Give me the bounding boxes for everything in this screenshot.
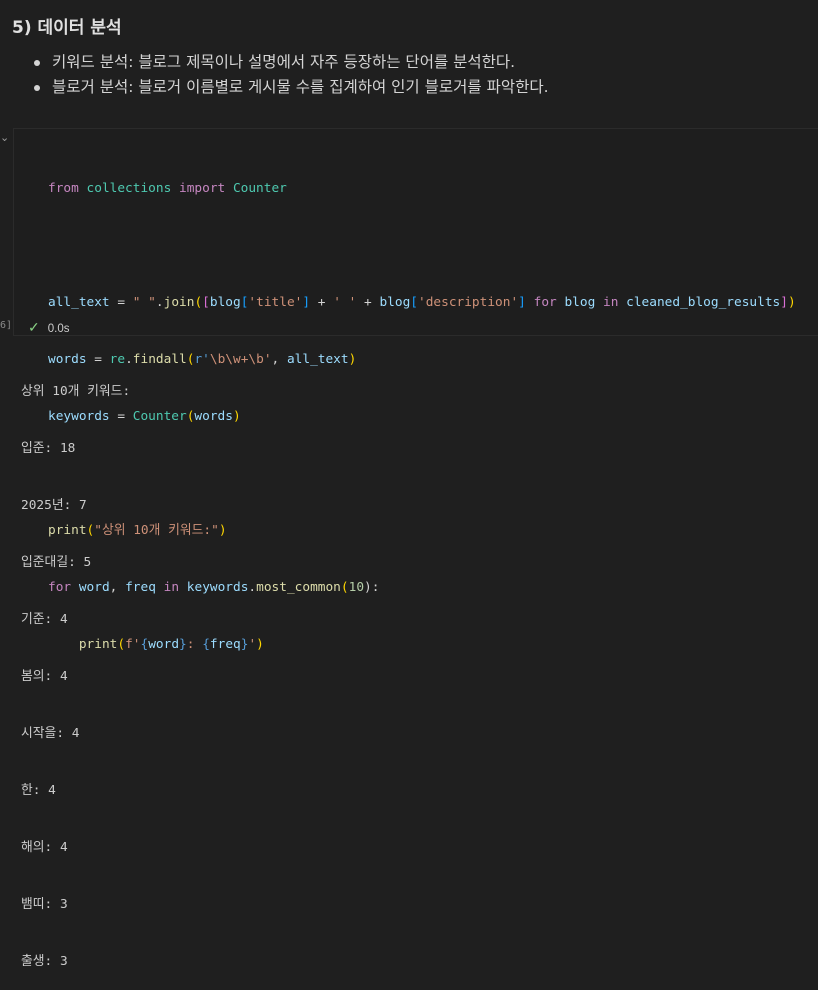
execution-time: 0.0s (47, 323, 70, 335)
code-line-4: words = re.findall(r'\b\w+\b', all_text) (48, 350, 796, 369)
collapse-chevron-icon[interactable]: ⌄ (0, 131, 9, 144)
output-line: 봄의: 4 (21, 669, 68, 684)
func-token: findall (132, 352, 187, 367)
func-token: join (163, 295, 195, 310)
string-token: " " (132, 295, 156, 310)
string-token: ' ' (333, 295, 357, 310)
class-token: Counter (132, 409, 187, 424)
code-line-1: from collections import Counter (48, 179, 796, 198)
var-token: cleaned_blog_results (626, 295, 781, 310)
code-cell[interactable]: from collections import Counter all_text… (13, 128, 818, 652)
output-line: 입준대길: 5 (21, 555, 92, 570)
brace-token: } (240, 637, 249, 652)
string-token: ' (263, 352, 272, 367)
var-token: all_text (48, 295, 110, 310)
op-token: . (155, 295, 164, 310)
output-line: 뱀띠: 3 (21, 897, 68, 912)
class-token: Counter (225, 181, 287, 196)
bracket-token: ] (780, 295, 788, 310)
op-token: . (248, 580, 257, 595)
execution-status: ✓ 0.0s (28, 319, 69, 336)
bracket-token: ) (348, 352, 357, 367)
string-token: 'title' (248, 295, 303, 310)
number-token: 10 (348, 580, 365, 595)
markdown-cell: 5) 데이터 분석 키워드 분석: 블로그 제목이나 설명에서 자주 등장하는 … (0, 0, 818, 120)
code-line-5: keywords = Counter(words) (48, 407, 796, 426)
keyword-token: for (533, 295, 557, 310)
bracket-token: ) (232, 409, 241, 424)
var-token: all_text (286, 352, 349, 367)
var-token: word (148, 637, 180, 652)
string-prefix-token: r' (194, 352, 210, 367)
bullet-list: 키워드 분석: 블로그 제목이나 설명에서 자주 등장하는 단어를 분석한다. … (32, 50, 549, 100)
op-token: ): (364, 580, 380, 595)
bracket-token: ] (302, 295, 311, 310)
output-line: 시작을: 4 (21, 726, 80, 741)
output-line: 2025년: 7 (21, 498, 87, 513)
output-line: 한: 4 (21, 783, 56, 798)
code-line-3: all_text = " ".join([blog['title'] + ' '… (48, 293, 796, 312)
bracket-token: ] (518, 295, 526, 310)
keyword-token: import (179, 181, 226, 196)
var-token: keywords (186, 580, 249, 595)
op-token: + (356, 295, 380, 310)
checkmark-icon: ✓ (28, 319, 40, 335)
keyword-token: in (163, 580, 180, 595)
output-line: 입준: 18 (21, 441, 76, 456)
brace-token: } (179, 637, 187, 652)
code-editor[interactable]: from collections import Counter all_text… (48, 141, 796, 692)
keyword-token: in (603, 295, 619, 310)
bracket-token: ) (256, 637, 264, 652)
regex-token: \b\w+\b (209, 352, 264, 367)
brace-token: { (140, 637, 149, 652)
output-line: 해의: 4 (21, 840, 68, 855)
func-token: most_common (256, 580, 341, 595)
string-token: : (186, 637, 203, 652)
bracket-token: ( (194, 295, 203, 310)
bullet-blogger-analysis: 블로거 분석: 블로거 이름별로 게시물 수를 집계하여 인기 블로거를 파악한… (32, 75, 549, 100)
var-token: freq (209, 637, 241, 652)
code-line-9: print(f'{word}: {freq}') (48, 635, 796, 654)
execution-count: 6] (0, 320, 13, 331)
bracket-token: ) (787, 295, 796, 310)
bullet-keyword-analysis: 키워드 분석: 블로그 제목이나 설명에서 자주 등장하는 단어를 분석한다. (32, 50, 549, 75)
output-line: 출생: 3 (21, 954, 68, 969)
bracket-token: [ (410, 295, 418, 310)
var-token: words (194, 409, 233, 424)
bracket-token: ( (340, 580, 349, 595)
keyword-token: from (48, 181, 79, 196)
output-line: 상위 10개 키워드: (21, 384, 131, 399)
bracket-token: [ (202, 295, 210, 310)
code-line-7: print("상위 10개 키워드:") (48, 521, 796, 540)
output-line: 기준: 4 (21, 612, 68, 627)
op-token: , (271, 352, 287, 367)
code-line-8: for word, freq in keywords.most_common(1… (48, 578, 796, 597)
var-token: blog (564, 295, 596, 310)
brace-token: { (202, 637, 210, 652)
string-token: ' (248, 637, 257, 652)
var-token: blog (209, 295, 241, 310)
var-token: blog (379, 295, 411, 310)
op-token: = (109, 295, 133, 310)
module-token: collections (78, 181, 179, 196)
op-token: + (310, 295, 334, 310)
bracket-token: ) (218, 523, 227, 538)
section-heading: 5) 데이터 분석 (12, 18, 122, 38)
cell-output: 상위 10개 키워드: 입준: 18 2025년: 7 입준대길: 5 기준: … (21, 344, 130, 990)
string-token: 'description' (418, 295, 519, 310)
